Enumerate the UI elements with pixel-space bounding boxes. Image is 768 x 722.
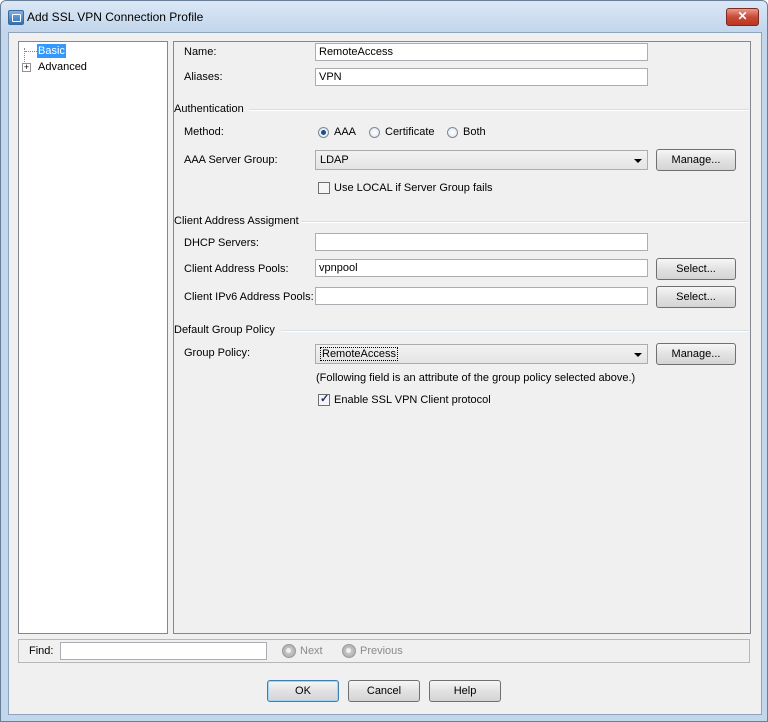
section-divider [249,109,749,111]
tree-item-label: Advanced [38,61,87,73]
client-address-pools-input[interactable]: vpnpool [315,259,648,277]
enable-ssl-vpn-checkbox[interactable]: ✓ [318,393,330,406]
section-divider [281,330,749,332]
find-label: Find: [29,645,54,657]
manage-group-policy-button[interactable]: Manage... [656,343,736,365]
find-input[interactable] [60,642,267,660]
group-policy-select[interactable]: RemoteAccess [315,344,648,364]
app-icon [8,10,24,25]
dropdown-arrow-icon [634,353,642,357]
dropdown-arrow-icon [634,159,642,163]
use-local-label[interactable]: Use LOCAL if Server Group fails [334,182,493,194]
next-icon [282,644,296,658]
use-local-checkbox[interactable] [318,182,330,194]
method-both-radio[interactable] [447,127,458,138]
nav-tree: Basic + Advanced [18,41,168,634]
client-ipv6-pools-input[interactable] [315,287,648,305]
find-bar: Find: Next Previous [18,639,750,663]
dhcp-servers-input[interactable] [315,233,648,251]
aaa-server-group-select[interactable]: LDAP [315,150,648,170]
manage-server-group-button[interactable]: Manage... [656,149,736,171]
aaa-server-group-label: AAA Server Group: [184,154,278,166]
group-policy-note: (Following field is an attribute of the … [316,372,636,384]
close-button[interactable]: ✕ [726,8,759,26]
method-certificate-label[interactable]: Certificate [385,126,435,138]
method-label: Method: [184,126,224,138]
help-button[interactable]: Help [429,680,501,702]
method-aaa-radio[interactable] [318,127,329,138]
window-title: Add SSL VPN Connection Profile [27,10,204,24]
checkmark-icon: ✓ [320,393,330,405]
tree-item-label: Basic [37,44,66,58]
client-address-pools-label: Client Address Pools: [184,263,289,275]
dhcp-servers-label: DHCP Servers: [184,237,259,249]
client-address-section-title: Client Address Assigment [174,215,299,227]
dialog-window: Add SSL VPN Connection Profile ✕ Basic +… [0,0,768,722]
group-policy-label: Group Policy: [184,347,251,359]
tree-item-advanced[interactable]: + Advanced [22,60,162,74]
ok-button[interactable]: OK [267,680,339,702]
group-policy-value: RemoteAccess [320,347,398,361]
authentication-section-title: Authentication [174,103,244,115]
tree-item-basic[interactable]: Basic [22,44,162,58]
aaa-server-group-value: LDAP [320,154,349,166]
method-aaa-label[interactable]: AAA [334,126,356,138]
dialog-body: Basic + Advanced Name: RemoteAccess Alia… [8,32,762,715]
title-bar[interactable]: Add SSL VPN Connection Profile ✕ [1,1,767,31]
method-certificate-radio[interactable] [369,127,380,138]
select-address-pools-button[interactable]: Select... [656,258,736,280]
aliases-label: Aliases: [184,71,223,83]
name-input[interactable]: RemoteAccess [315,43,648,61]
basic-settings-panel: Name: RemoteAccess Aliases: VPN Authenti… [173,41,751,634]
enable-ssl-vpn-label[interactable]: Enable SSL VPN Client protocol [334,394,491,406]
aliases-input[interactable]: VPN [315,68,648,86]
find-previous-button[interactable]: Previous [360,645,403,657]
expand-plus-icon[interactable]: + [22,63,31,72]
method-both-label[interactable]: Both [463,126,486,138]
client-ipv6-pools-label: Client IPv6 Address Pools: [184,291,314,303]
name-label: Name: [184,46,217,58]
section-divider [301,221,749,223]
cancel-button[interactable]: Cancel [348,680,420,702]
find-next-button[interactable]: Next [300,645,323,657]
previous-icon [342,644,356,658]
select-ipv6-pools-button[interactable]: Select... [656,286,736,308]
group-policy-section-title: Default Group Policy [174,324,275,336]
